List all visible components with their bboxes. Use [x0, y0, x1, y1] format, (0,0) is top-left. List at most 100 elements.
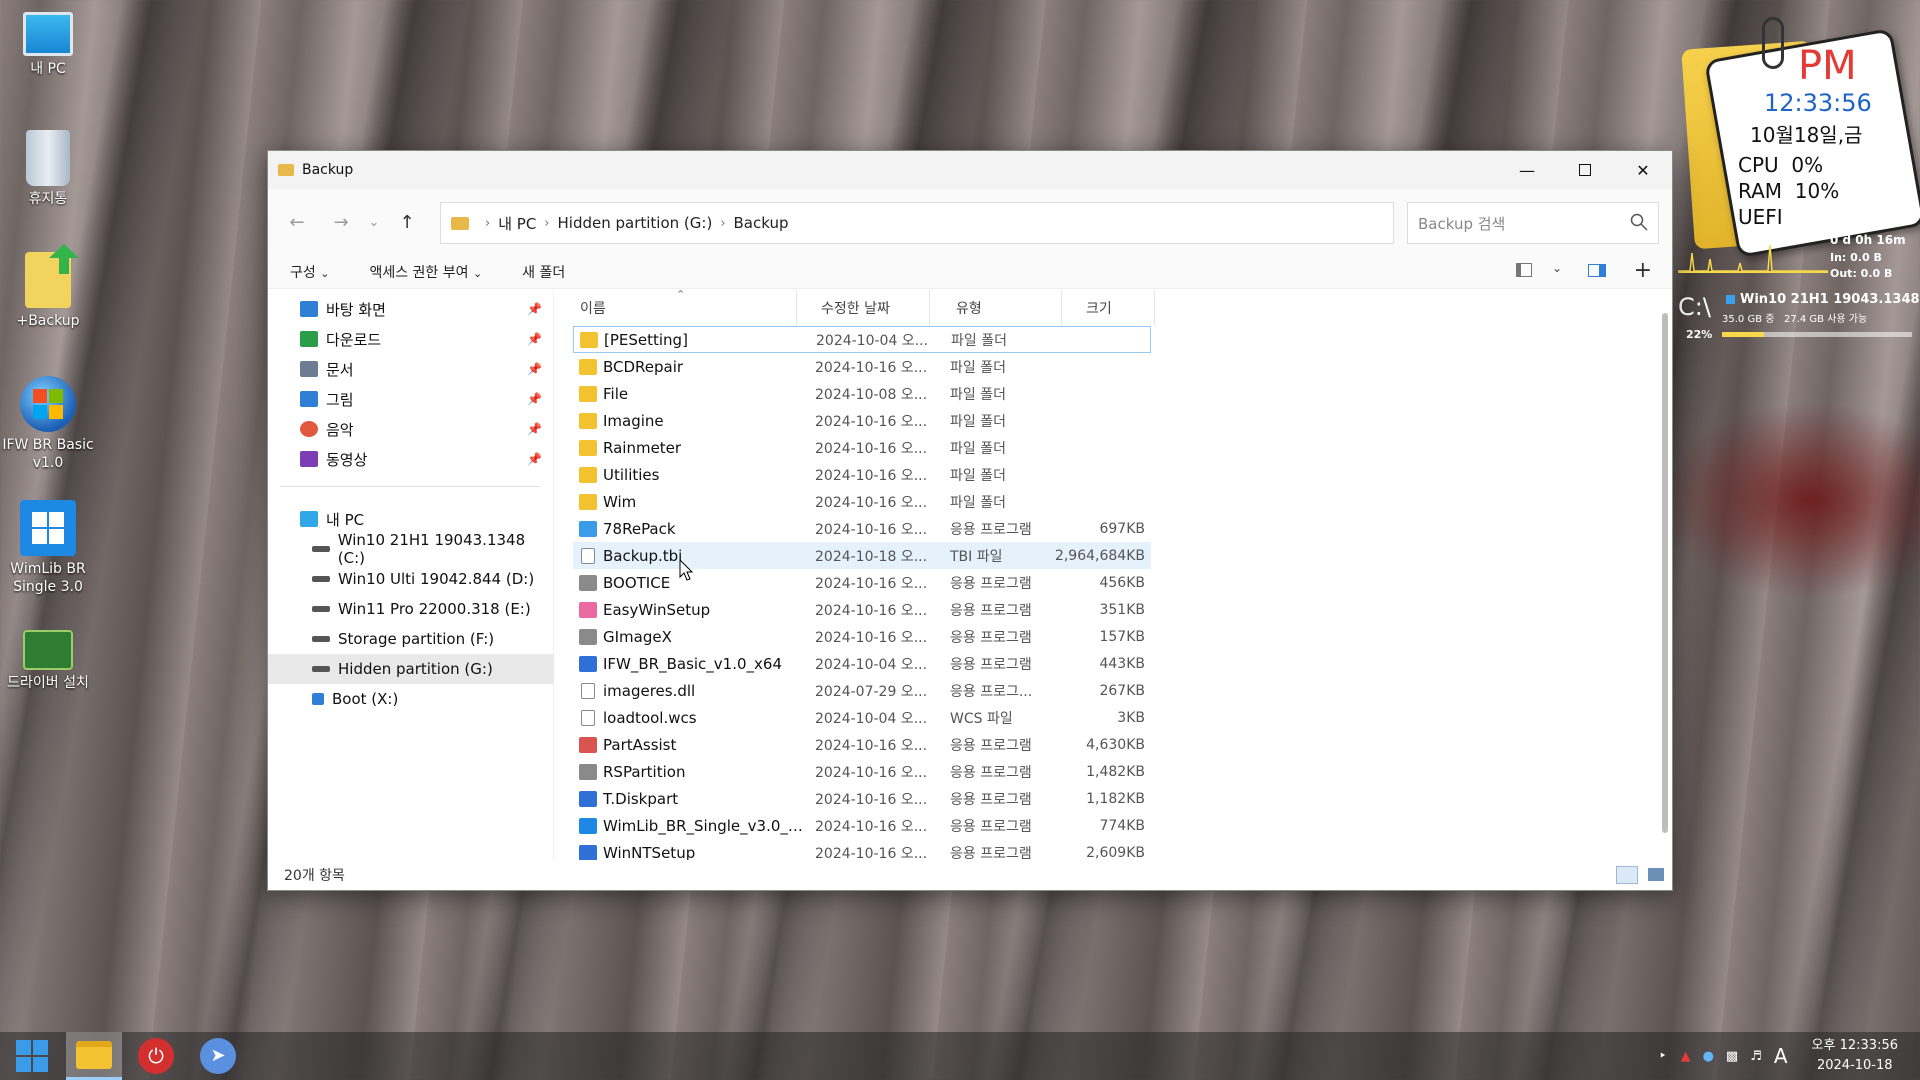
nav-item-drive-g[interactable]: Hidden partition (G:)	[268, 654, 554, 684]
pin-icon[interactable]: 📌	[527, 302, 542, 316]
file-type: 응용 프로그램	[950, 521, 1032, 538]
organize-menu[interactable]: 구성 ⌄	[290, 262, 329, 282]
nav-item-drive-x[interactable]: Boot (X:)	[268, 684, 554, 714]
nav-item-drive-c[interactable]: Win10 21H1 19043.1348 (C:)	[268, 531, 554, 567]
search-input[interactable]: Backup 검색	[1407, 202, 1659, 244]
forward-button[interactable]: →	[322, 212, 360, 233]
file-row[interactable]: Utilities 2024-10-16 오... 파일 폴더	[573, 461, 1151, 488]
view-options-icon[interactable]	[1516, 263, 1532, 277]
drop-icon[interactable]: ●	[1703, 1049, 1714, 1064]
file-list: 이름 ⌃ 수정한 날짜 유형 크기 [PESetting] 2024-10-04 …	[568, 290, 1668, 860]
nav-item-documents[interactable]: 문서 📌	[268, 354, 554, 384]
file-row[interactable]: RSPartition 2024-10-16 오... 응용 프로그램 1,482KB	[573, 758, 1151, 785]
network-icon[interactable]: ‣	[1659, 1049, 1667, 1064]
sort-up-icon: ⌃	[676, 290, 686, 301]
nav-item-music[interactable]: 음악 📌	[268, 414, 554, 444]
details-view-icon[interactable]	[1616, 866, 1638, 884]
nav-item-drive-d[interactable]: Win10 Ulti 19042.844 (D:)	[268, 564, 554, 594]
column-header-size[interactable]: 크기	[1086, 298, 1112, 318]
maximize-button[interactable]	[1556, 151, 1614, 189]
nav-label: 동영상	[326, 450, 368, 469]
file-row[interactable]: BCDRepair 2024-10-16 오... 파일 폴더	[573, 353, 1151, 380]
file-row[interactable]: WimLib_BR_Single_v3.0_Dra... 2024-10-16 오…	[573, 812, 1151, 839]
nav-item-drive-f[interactable]: Storage partition (F:)	[268, 624, 554, 654]
file-row[interactable]: EasyWinSetup 2024-10-16 오... 응용 프로그램 351KB	[573, 596, 1151, 623]
desktop-icon-wimlib[interactable]: WimLib BR Single 3.0	[0, 500, 96, 596]
back-button[interactable]: ←	[278, 212, 316, 233]
column-header-date[interactable]: 수정한 날짜	[821, 298, 890, 318]
address-bar[interactable]: › 내 PC › Hidden partition (G:) › Backup	[440, 202, 1394, 244]
file-date: 2024-10-08 오...	[815, 386, 928, 403]
pin-icon[interactable]: 📌	[527, 332, 542, 346]
desktop-icon-backup[interactable]: +Backup	[0, 244, 96, 330]
search-icon	[1630, 213, 1648, 231]
gadget-time: 12:33:56	[1764, 89, 1872, 117]
nav-item-desktop[interactable]: 바탕 화면 📌	[268, 294, 554, 324]
pin-icon[interactable]: 📌	[527, 422, 542, 436]
file-row[interactable]: 78RePack 2024-10-16 오... 응용 프로그램 697KB	[573, 515, 1151, 542]
taskbar-power[interactable]: ⏻	[128, 1032, 184, 1080]
file-row[interactable]: Imagine 2024-10-16 오... 파일 폴더	[573, 407, 1151, 434]
clock[interactable]: 오후 12:33:56 2024-10-18	[1812, 1036, 1898, 1076]
preview-pane-icon[interactable]	[1588, 264, 1606, 277]
file-type: 응용 프로그램	[950, 737, 1032, 754]
start-button[interactable]	[4, 1032, 60, 1080]
share-menu[interactable]: 액세스 권한 부여 ⌄	[369, 262, 482, 282]
shortcut-arrow-icon	[25, 244, 79, 308]
close-button[interactable]: ✕	[1614, 151, 1672, 189]
desktop-icon-recycle-bin[interactable]: 휴지통	[0, 130, 96, 208]
up-button[interactable]: ↑	[388, 212, 426, 233]
breadcrumb-item[interactable]: Backup	[734, 214, 789, 232]
chevron-down-icon[interactable]: ⌄	[1552, 261, 1562, 275]
file-row[interactable]: Wim 2024-10-16 오... 파일 폴더	[573, 488, 1151, 515]
pin-icon[interactable]: 📌	[527, 452, 542, 466]
shield-icon[interactable]: ▲	[1681, 1049, 1691, 1064]
title-bar[interactable]: Backup — ✕	[268, 151, 1672, 189]
nav-item-videos[interactable]: 동영상 📌	[268, 444, 554, 474]
nav-item-this-pc[interactable]: 내 PC	[268, 504, 554, 534]
nav-item-downloads[interactable]: 다운로드 📌	[268, 324, 554, 354]
taskbar-launcher[interactable]: ➤	[190, 1032, 246, 1080]
folder-icon	[579, 439, 597, 456]
ime-indicator[interactable]: A	[1774, 1044, 1788, 1068]
file-name: T.Diskpart	[603, 789, 679, 808]
nav-item-drive-e[interactable]: Win11 Pro 22000.318 (E:)	[268, 594, 554, 624]
recent-locations-button[interactable]: ⌄	[360, 215, 388, 230]
pin-icon[interactable]: 📌	[527, 362, 542, 376]
column-header-type[interactable]: 유형	[956, 298, 982, 318]
file-row[interactable]: File 2024-10-08 오... 파일 폴더	[573, 380, 1151, 407]
close-icon: ✕	[1636, 160, 1650, 180]
minimize-button[interactable]: —	[1498, 151, 1556, 189]
plus-icon[interactable]: +	[1634, 258, 1652, 283]
taskbar-explorer[interactable]	[66, 1032, 122, 1080]
minimize-icon: —	[1519, 160, 1535, 180]
column-header-name[interactable]: 이름	[580, 298, 606, 318]
file-row[interactable]: PartAssist 2024-10-16 오... 응용 프로그램 4,630KB	[573, 731, 1151, 758]
desktop-icon-label: +Backup	[16, 313, 80, 329]
volume-icon[interactable]: ♬	[1750, 1049, 1762, 1064]
large-icons-view-icon[interactable]	[1648, 868, 1664, 881]
file-name: WimLib_BR_Single_v3.0_Dra...	[603, 816, 803, 835]
desktop-icon-driver[interactable]: 드라이버 설치	[0, 630, 96, 692]
desktop-icon-ifw[interactable]: IFW BR Basic v1.0	[0, 376, 96, 472]
pin-icon[interactable]: 📌	[527, 392, 542, 406]
battery-icon[interactable]: ▩	[1726, 1049, 1738, 1064]
file-row[interactable]: Backup.tbi 2024-10-18 오... TBI 파일 2,964,684…	[573, 542, 1151, 569]
file-row[interactable]: Rainmeter 2024-10-16 오... 파일 폴더	[573, 434, 1151, 461]
vertical-scrollbar[interactable]	[1662, 313, 1668, 833]
file-row[interactable]: loadtool.wcs 2024-10-04 오... WCS 파일 3KB	[573, 704, 1151, 731]
file-row[interactable]: [PESetting] 2024-10-04 오... 파일 폴더	[573, 326, 1151, 353]
file-row[interactable]: GImageX 2024-10-16 오... 응용 프로그램 157KB	[573, 623, 1151, 650]
search-placeholder: Backup 검색	[1418, 214, 1506, 233]
file-row[interactable]: imageres.dll 2024-07-29 오... 응용 프로그... 267K…	[573, 677, 1151, 704]
nav-item-pictures[interactable]: 그림 📌	[268, 384, 554, 414]
chevron-down-icon: ⌄	[320, 266, 330, 280]
desktop-icon-my-pc[interactable]: 내 PC	[0, 12, 96, 78]
new-folder-button[interactable]: 새 폴더	[522, 262, 565, 282]
breadcrumb-item[interactable]: Hidden partition (G:)	[558, 214, 713, 232]
file-row[interactable]: WinNTSetup 2024-10-16 오... 응용 프로그램 2,609KB	[573, 839, 1151, 860]
file-row[interactable]: T.Diskpart 2024-10-16 오... 응용 프로그램 1,182KB	[573, 785, 1151, 812]
breadcrumb-item[interactable]: 내 PC	[498, 213, 536, 234]
file-row[interactable]: IFW_BR_Basic_v1.0_x64 2024-10-04 오... 응용 프…	[573, 650, 1151, 677]
file-row[interactable]: BOOTICE 2024-10-16 오... 응용 프로그램 456KB	[573, 569, 1151, 596]
